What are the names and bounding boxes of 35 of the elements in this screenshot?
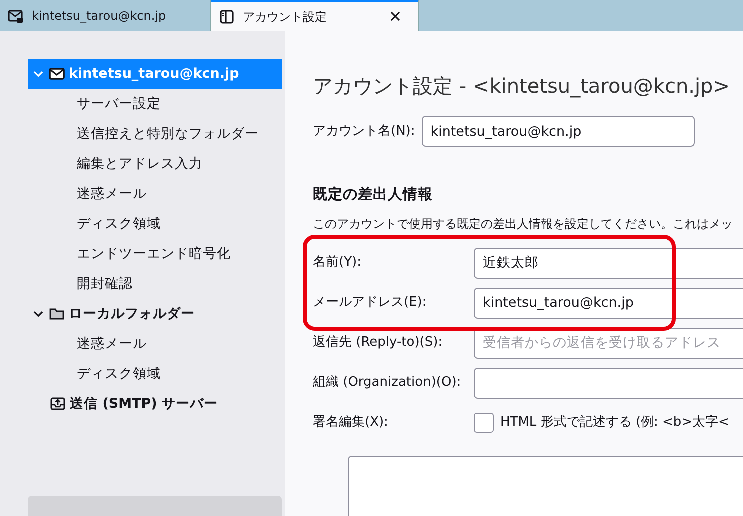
sidebar-item[interactable]: 編集とアドレス入力	[28, 149, 282, 179]
outbox-icon	[50, 396, 66, 412]
section-heading: 既定の差出人情報	[313, 186, 434, 205]
field-label: メールアドレス(E):	[313, 294, 428, 312]
envelope-icon	[49, 66, 65, 82]
close-icon[interactable]	[389, 10, 402, 23]
signature-field[interactable]	[348, 456, 743, 516]
checkbox[interactable]	[474, 413, 494, 434]
sidebar-item[interactable]: ローカルフォルダー	[28, 299, 282, 329]
page-title: アカウント設定 - <kintetsu_tarou@kcn.jp>	[313, 73, 732, 100]
sidebar-item[interactable]: ディスク領域	[28, 359, 282, 389]
sidebar-item[interactable]: 迷惑メール	[28, 179, 282, 209]
account-name-field[interactable]: kintetsu_tarou@kcn.jp	[422, 116, 695, 147]
field-label: アカウント名(N):	[313, 122, 416, 141]
field-label: 組織 (Organization)(O):	[313, 374, 462, 392]
field-label: 名前(Y):	[313, 254, 362, 272]
sidebar-item[interactable]: 開封確認	[28, 269, 282, 299]
sidebar-item[interactable]: ディスク領域	[28, 209, 282, 239]
checkbox-label: HTML 形式で記述する (例: <b>太字<	[500, 414, 730, 432]
sidebar-item[interactable]: 送信控えと特別なフォルダー	[28, 119, 282, 149]
sidebar-item[interactable]: 送信 (SMTP) サーバー	[28, 389, 282, 419]
sidebar-item[interactable]: エンドツーエンド暗号化	[28, 239, 282, 269]
sidebar-item[interactable]: サーバー設定	[28, 89, 282, 119]
field-label: 署名編集(X):	[313, 414, 390, 432]
description-text: このアカウントで使用する既定の差出人情報を設定してください。これはメッ	[313, 216, 734, 233]
input-field[interactable]: kintetsu_tarou@kcn.jp	[474, 288, 743, 319]
folder-icon	[49, 306, 65, 322]
tab[interactable]: アカウント設定	[211, 0, 419, 31]
field-label: 返信先 (Reply-to)(S):	[313, 334, 444, 352]
mail-lock-icon	[8, 8, 24, 24]
input-field[interactable]: 受信者からの返信を受け取るアドレス	[474, 328, 743, 359]
sidebar-item[interactable]: kintetsu_tarou@kcn.jp	[28, 59, 282, 89]
sidebar-item[interactable]: 迷惑メール	[28, 329, 282, 359]
panel-icon	[219, 8, 235, 24]
input-field[interactable]: 近鉄太郎	[474, 248, 743, 279]
